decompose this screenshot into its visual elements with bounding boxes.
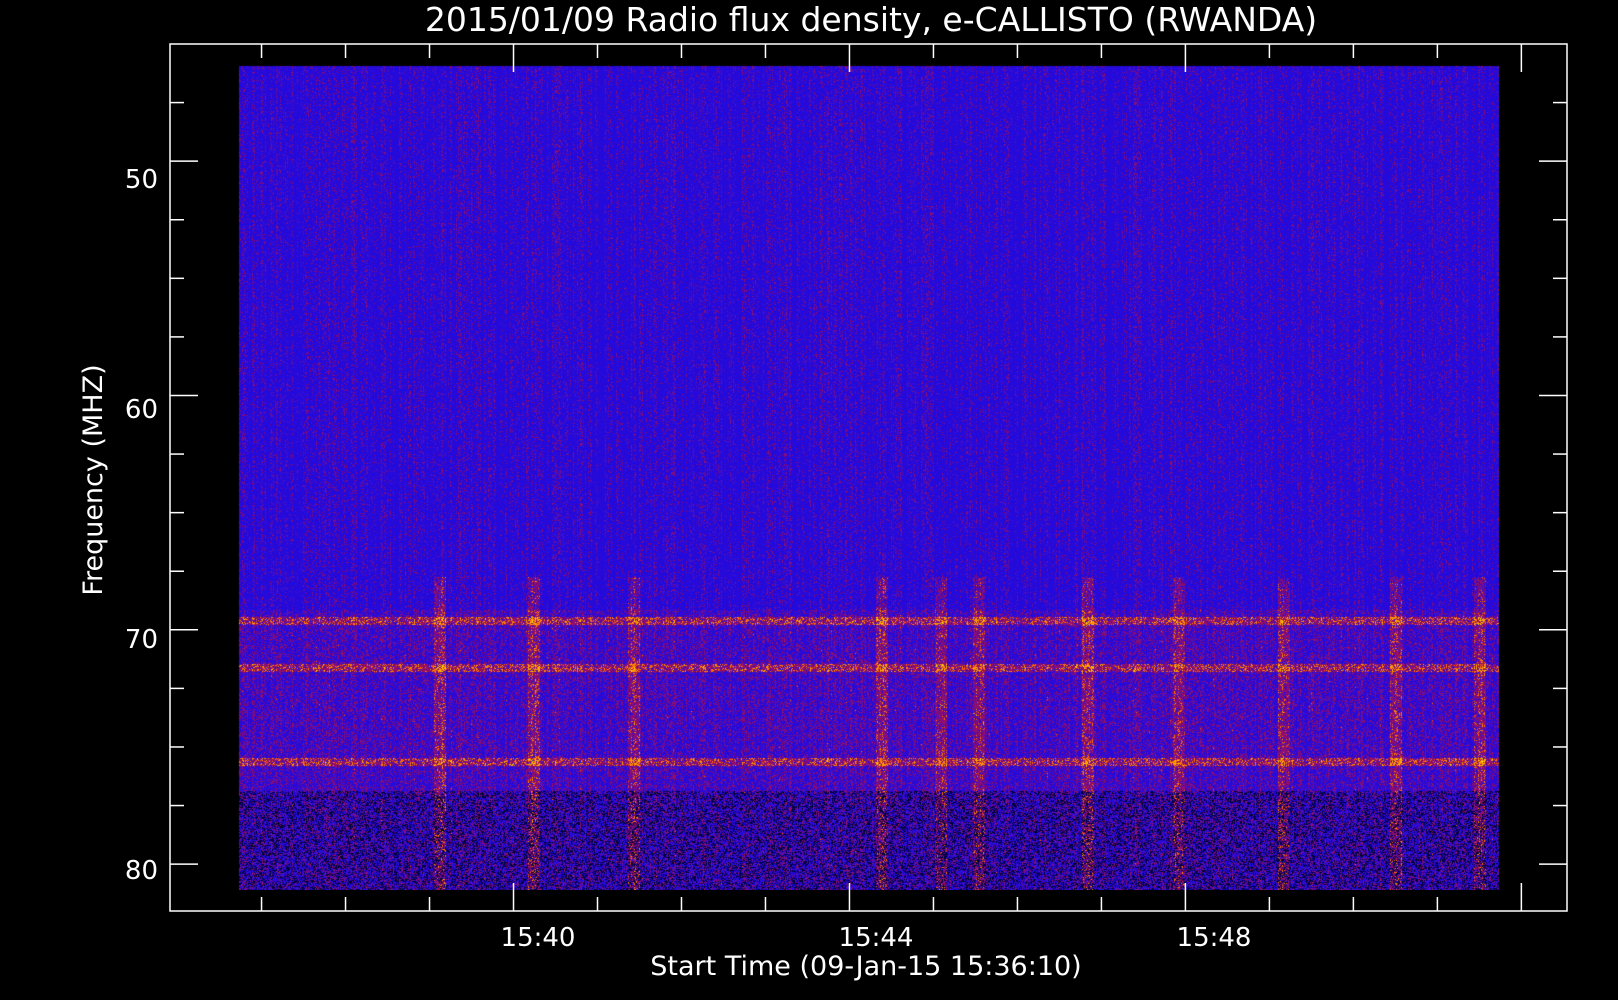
spectrogram-image: [235, 64, 1501, 890]
y-tick-label-70: 70: [125, 625, 158, 655]
y-tick-label-50: 50: [125, 165, 158, 195]
x-tick-label-1544: 15:44: [839, 923, 914, 953]
y-tick-label-60: 60: [125, 395, 158, 425]
x-tick-label-1540: 15:40: [501, 923, 576, 953]
y-tick-label-80: 80: [125, 856, 158, 886]
x-tick-label-1548: 15:48: [1177, 923, 1252, 953]
chart-title: 2015/01/09 Radio flux density, e-CALLIST…: [425, 0, 1317, 39]
y-axis-label: Frequency (MHZ): [78, 364, 109, 595]
spectrogram-figure: 2015/01/09 Radio flux density, e-CALLIST…: [0, 0, 1618, 1000]
x-axis-label: Start Time (09-Jan-15 15:36:10): [650, 951, 1081, 982]
